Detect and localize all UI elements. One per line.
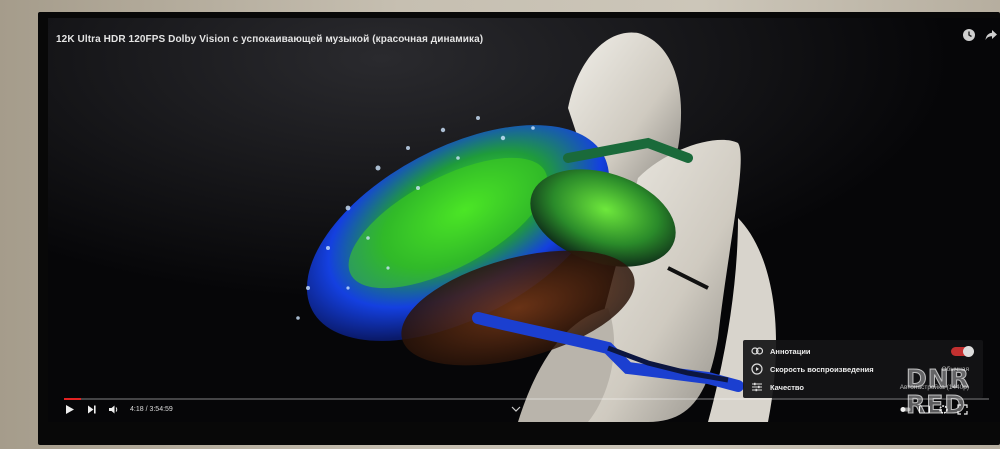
speed-icon bbox=[751, 363, 763, 375]
quality-sliders-icon bbox=[752, 382, 762, 392]
video-player[interactable]: 12K Ultra HDR 120FPS Dolby Vision с успо… bbox=[48, 18, 1000, 422]
next-icon[interactable] bbox=[86, 404, 97, 415]
speed-label: Скорость воспроизведения bbox=[770, 364, 874, 374]
time-display: 4:18 / 3:54:59 bbox=[130, 405, 173, 413]
volume-icon[interactable] bbox=[108, 404, 119, 415]
play-icon[interactable] bbox=[64, 404, 75, 415]
menu-item-annotations[interactable]: Аннотации bbox=[743, 342, 983, 360]
annotations-icon bbox=[751, 347, 763, 355]
watermark-line-1: DNR bbox=[906, 364, 970, 393]
quality-label: Качество bbox=[770, 382, 805, 392]
toggle-knob bbox=[963, 345, 974, 357]
top-icons bbox=[962, 28, 998, 42]
watermark-logo: DNR RED bbox=[906, 364, 988, 430]
player-controls-left: 4:18 / 3:54:59 bbox=[64, 402, 173, 416]
video-title[interactable]: 12K Ultra HDR 120FPS Dolby Vision с успо… bbox=[56, 34, 483, 45]
watermark-line-2: RED bbox=[906, 390, 967, 419]
progress-fill bbox=[64, 398, 82, 400]
share-icon[interactable] bbox=[984, 28, 998, 42]
annotations-label: Аннотации bbox=[770, 346, 811, 356]
progress-bar[interactable] bbox=[64, 398, 989, 400]
watch-later-icon[interactable] bbox=[962, 28, 976, 42]
chevron-down-icon[interactable] bbox=[511, 406, 521, 412]
annotations-toggle[interactable] bbox=[951, 345, 974, 357]
